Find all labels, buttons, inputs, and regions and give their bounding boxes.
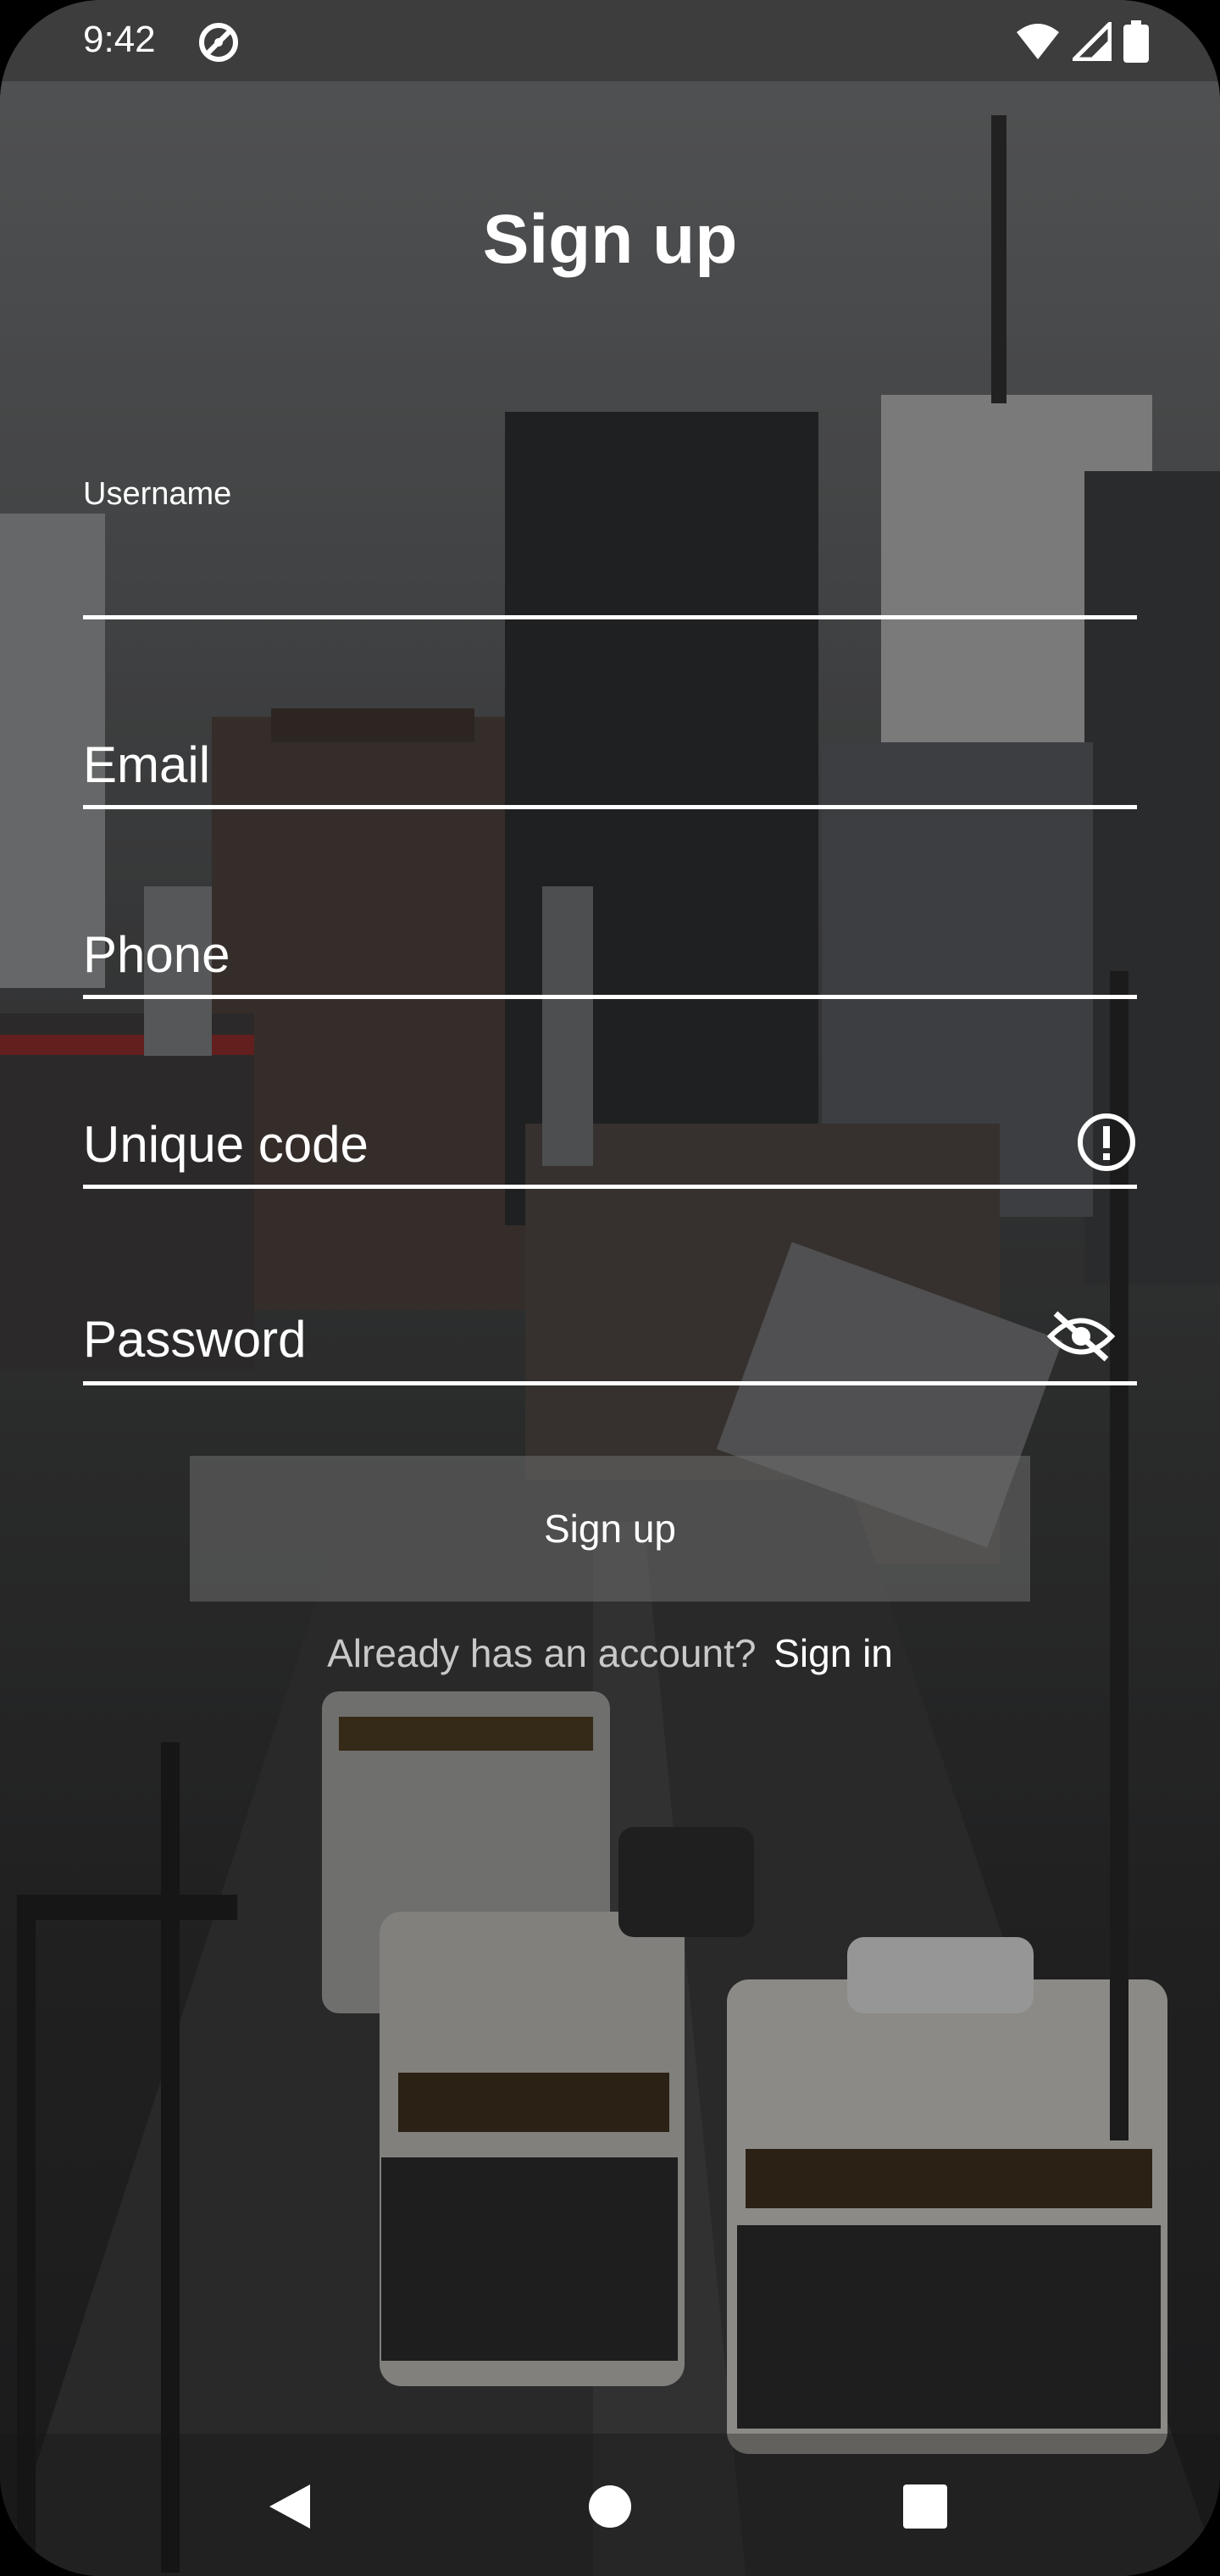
back-icon[interactable] [266,2481,313,2536]
eye-off-icon[interactable] [1046,1310,1116,1367]
unique-code-field-container [83,1100,1137,1189]
username-label: Username [83,476,232,512]
sign-in-row: Already has an account? Sign in [0,1630,1220,1676]
alert-circle-icon[interactable] [1076,1112,1137,1177]
recents-icon[interactable] [903,2484,947,2533]
unique-code-input[interactable] [83,1112,1015,1176]
navigation-bar [0,2434,1220,2576]
status-icons [1015,18,1149,67]
email-input[interactable] [83,732,1015,797]
sign-up-button[interactable]: Sign up [190,1456,1030,1602]
status-time: 9:42 [83,19,156,60]
phone-field-container [83,910,1137,999]
username-field-container: Username [83,471,1137,619]
status-bar: 9:42 [0,0,1220,81]
sign-in-link[interactable]: Sign in [774,1631,893,1675]
username-input[interactable] [83,539,1015,607]
sign-in-prompt: Already has an account? [327,1631,757,1675]
password-input[interactable] [83,1305,1015,1373]
home-icon[interactable] [588,2484,632,2533]
password-field-container [83,1288,1137,1385]
dnd-icon [197,20,241,69]
signal-icon [1068,18,1112,65]
phone-input[interactable] [83,922,1015,986]
email-field-container [83,720,1137,809]
battery-icon [1123,20,1149,67]
page-title: Sign up [482,201,738,278]
device-screen: 9:42 Sign up Username Email Phone Unique… [0,0,1220,2576]
wifi-icon [1015,22,1061,65]
